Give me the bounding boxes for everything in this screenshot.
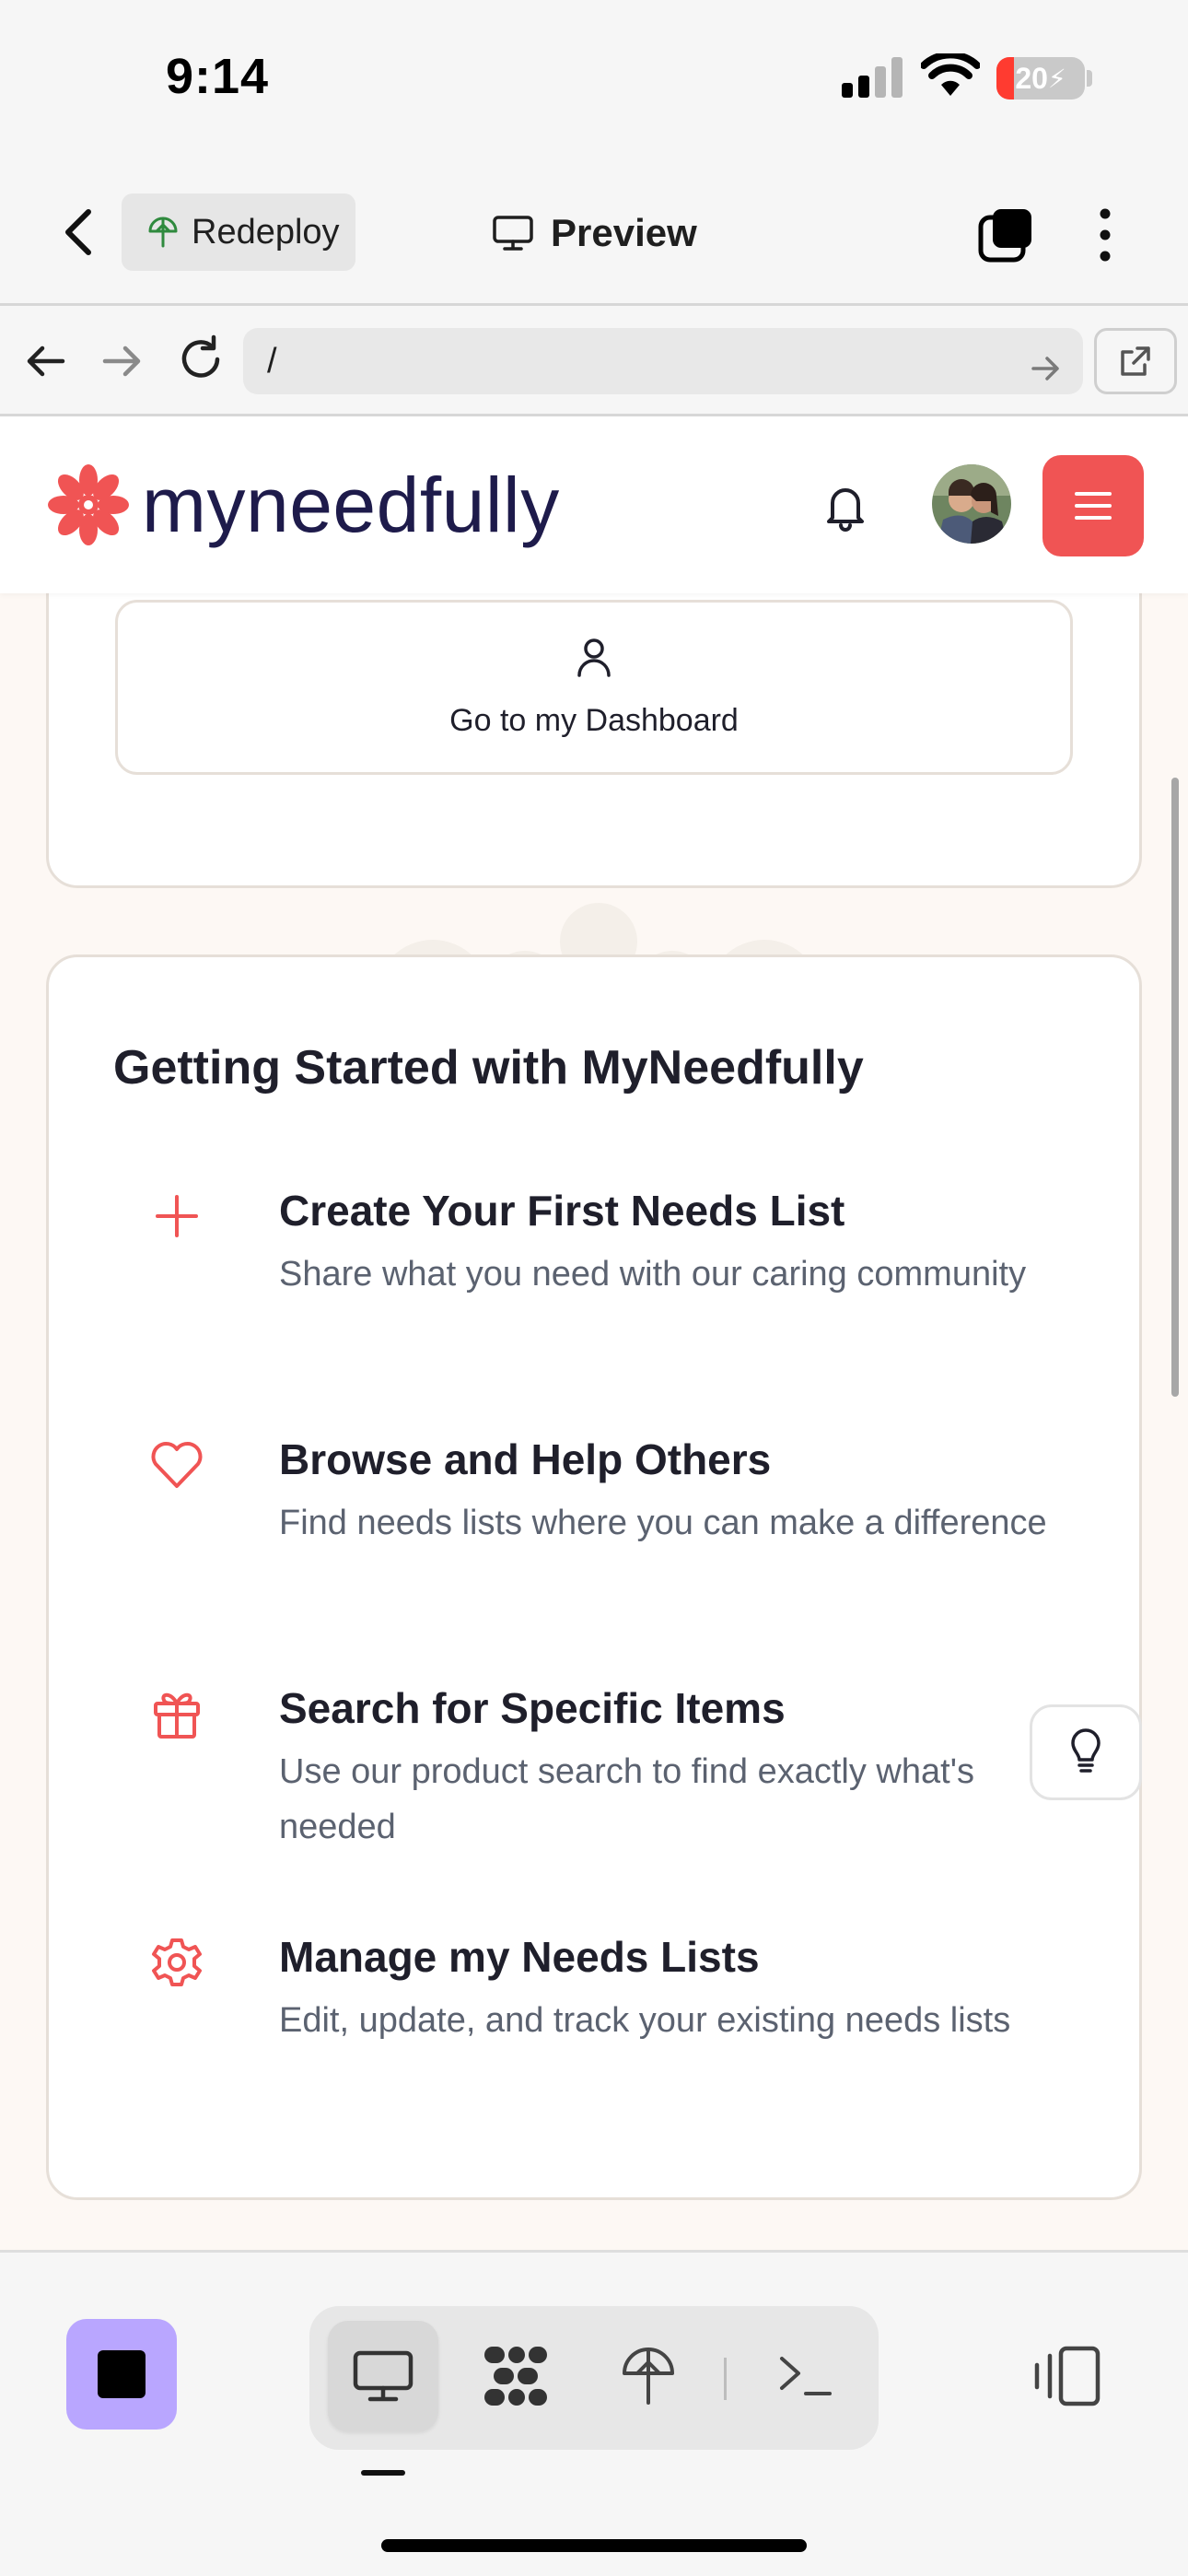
brand-flower-icon xyxy=(48,464,129,545)
app-header: Redeploy Preview xyxy=(0,157,1188,306)
dashboard-button[interactable]: Go to my Dashboard xyxy=(115,600,1073,775)
item-description: Find needs lists where you can make a di… xyxy=(279,1504,1047,1542)
item-description: Use our product search to find exactly w… xyxy=(279,1752,974,1846)
stop-button[interactable] xyxy=(66,2319,177,2430)
terminal-button[interactable] xyxy=(750,2321,860,2431)
split-view-icon[interactable] xyxy=(1030,2337,1107,2415)
avatar[interactable] xyxy=(932,464,1011,544)
item-title: Browse and Help Others xyxy=(279,1435,772,1483)
redeploy-label: Redeploy xyxy=(192,212,340,252)
url-bar-row: / xyxy=(0,306,1188,416)
cellular-signal-icon xyxy=(842,57,903,98)
item-description: Edit, update, and track your existing ne… xyxy=(279,2001,1011,2040)
item-title: Manage my Needs Lists xyxy=(279,1933,760,1981)
bell-icon[interactable] xyxy=(820,481,871,533)
deploy-icon xyxy=(148,217,178,248)
site-header: myneedfully xyxy=(0,416,1188,593)
page-scrollbar[interactable] xyxy=(1171,778,1179,1397)
item-title: Search for Specific Items xyxy=(279,1684,786,1732)
home-indicator xyxy=(381,2539,807,2552)
user-photo-icon xyxy=(932,464,1011,544)
item-description: Share what you need with our caring comm… xyxy=(279,1255,1027,1294)
preview-title[interactable]: Preview xyxy=(492,201,697,265)
desktop-icon xyxy=(493,216,533,251)
status-bar: 9:14 20 ⚡ xyxy=(0,0,1188,157)
dashboard-button-label: Go to my Dashboard xyxy=(449,702,739,738)
gear-icon xyxy=(152,1938,202,1986)
gift-icon xyxy=(154,1692,200,1739)
terminal-icon xyxy=(780,2357,832,2395)
plus-icon xyxy=(156,1195,198,1237)
brand-name: myneedfully xyxy=(142,461,560,548)
brand-logo[interactable]: myneedfully xyxy=(44,459,560,551)
battery-tip xyxy=(1087,70,1092,87)
arrow-right-icon[interactable] xyxy=(98,337,146,385)
status-time: 9:14 xyxy=(166,49,270,104)
workspace-button[interactable] xyxy=(460,2321,571,2431)
desktop-view-button[interactable] xyxy=(328,2321,438,2431)
bottom-toolbar xyxy=(0,2250,1188,2576)
lightbulb-icon xyxy=(1071,1728,1101,1773)
tabs-icon[interactable] xyxy=(978,206,1035,263)
stop-icon xyxy=(98,2350,146,2398)
heart-icon xyxy=(151,1442,203,1488)
battery-level-text: 20 xyxy=(1015,61,1048,95)
battery-charging-icon: 20 ⚡ xyxy=(996,57,1085,100)
menu-button[interactable] xyxy=(1042,455,1144,556)
deploy-icon xyxy=(623,2348,674,2405)
view-switcher xyxy=(309,2306,879,2450)
site-viewport: myneedfully Go to my Dashboard Getting S… xyxy=(0,416,1188,2250)
active-view-indicator xyxy=(361,2470,405,2476)
hamburger-menu-icon xyxy=(1075,492,1112,520)
user-icon xyxy=(577,638,611,677)
reload-icon[interactable] xyxy=(175,334,227,385)
external-link-icon xyxy=(1121,346,1150,376)
item-title: Create Your First Needs List xyxy=(279,1187,845,1235)
more-vertical-icon[interactable] xyxy=(1087,206,1124,263)
back-button[interactable] xyxy=(53,206,105,258)
toolbar-divider xyxy=(724,2358,727,2400)
redeploy-button[interactable]: Redeploy xyxy=(122,193,355,271)
url-input[interactable]: / xyxy=(243,328,1083,394)
wifi-icon xyxy=(921,53,980,96)
hint-button[interactable] xyxy=(1030,1704,1142,1800)
open-external-button[interactable] xyxy=(1094,328,1177,394)
deploy-button[interactable] xyxy=(593,2321,704,2431)
getting-started-card: Getting Started with MyNeedfully Create … xyxy=(46,954,1142,2200)
workspace-icon xyxy=(484,2347,547,2406)
arrow-left-icon[interactable] xyxy=(22,337,70,385)
desktop-icon xyxy=(353,2350,413,2402)
preview-label: Preview xyxy=(551,211,697,254)
getting-started-title: Getting Started with MyNeedfully xyxy=(113,1041,864,1095)
chevron-left-icon xyxy=(65,209,91,255)
arrow-right-icon[interactable] xyxy=(1028,350,1065,387)
